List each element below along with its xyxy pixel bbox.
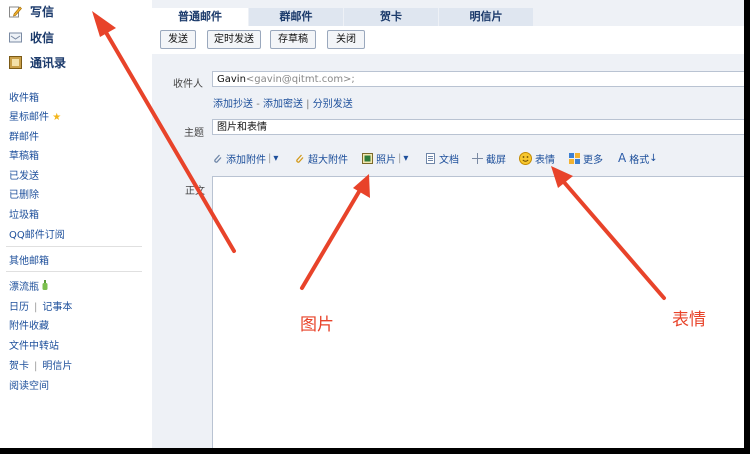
annotation-picture: 图片 [300,315,334,335]
annotation-arrows [92,11,666,300]
arrow-to-emoji [551,166,666,300]
annotation-emoji: 表情 [672,310,706,330]
arrow-to-photo [300,174,370,290]
mail-window: 写信 收信 通讯录 收件箱 星标邮件 ★ 群邮件 草稿箱 已发送 已删除 垃圾箱… [0,0,744,448]
arrow-to-compose [92,11,236,253]
